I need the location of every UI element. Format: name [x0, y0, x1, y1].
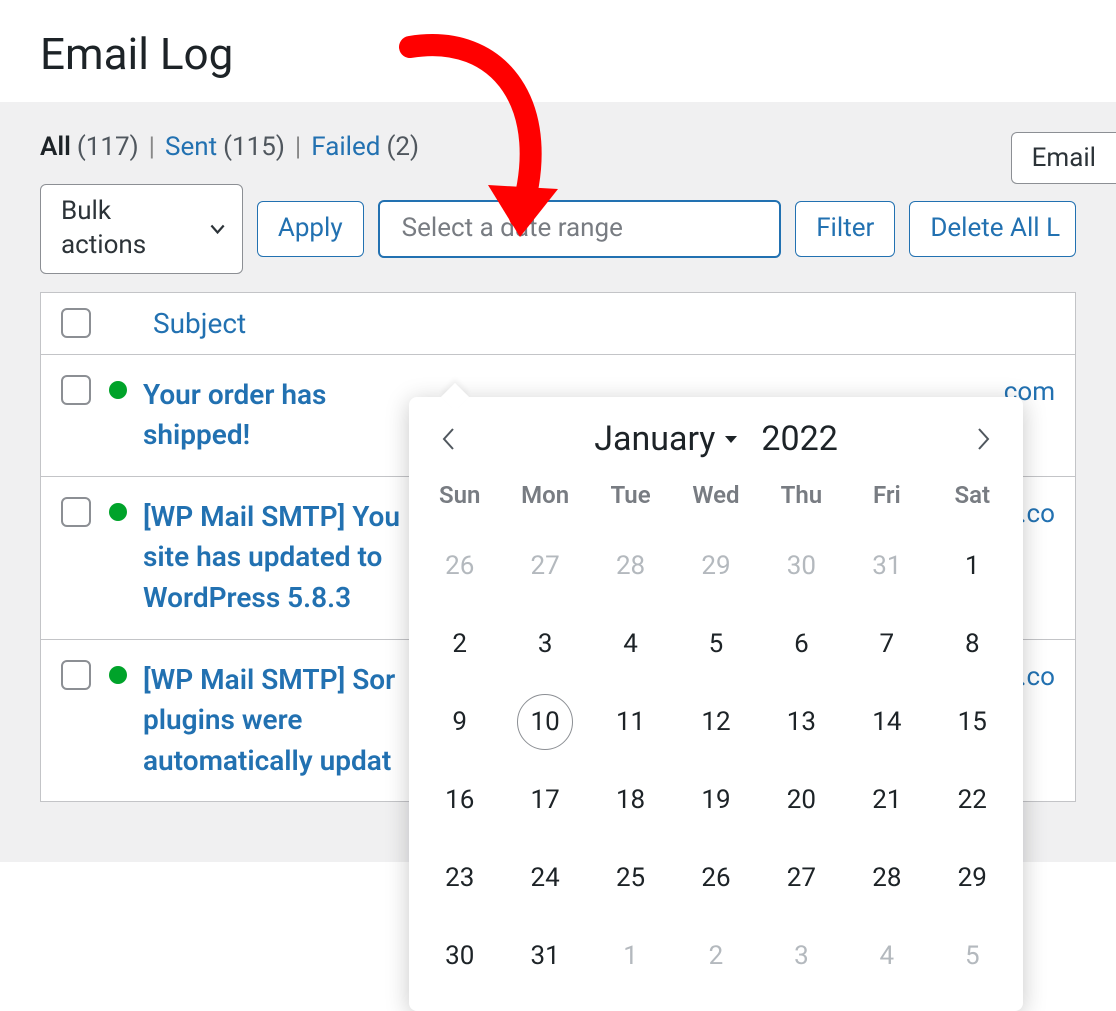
email-subject-link[interactable]: [WP Mail SMTP] Sor plugins were automati…: [143, 660, 413, 782]
calendar-weekday-row: SunMonTueWedThuFriSat: [417, 473, 1015, 527]
filter-separator: |: [295, 132, 301, 162]
calendar-header: January 2022: [417, 415, 1015, 473]
calendar-day: 1: [588, 917, 673, 995]
calendar-day: 28: [588, 527, 673, 605]
calendar-day[interactable]: 10: [502, 683, 587, 761]
calendar-weekday: Sat: [930, 473, 1015, 527]
calendar-day[interactable]: 24: [502, 839, 587, 917]
filter-tabs: All (117) | Sent (115) | Failed (2): [40, 132, 1076, 162]
calendar-day[interactable]: 31: [502, 917, 587, 995]
calendar-day: 4: [844, 917, 929, 995]
page-header: Email Log: [0, 0, 1116, 102]
bulk-actions-select[interactable]: Bulk actions: [40, 184, 243, 274]
row-checkbox[interactable]: [61, 660, 91, 690]
calendar-weekday: Wed: [673, 473, 758, 527]
calendar-weekday: Fri: [844, 473, 929, 527]
calendar-day[interactable]: 9: [417, 683, 502, 761]
calendar-day[interactable]: 28: [844, 839, 929, 917]
calendar-day[interactable]: 1: [930, 527, 1015, 605]
calendar-day[interactable]: 4: [588, 605, 673, 683]
calendar-day: 27: [502, 527, 587, 605]
calendar-day[interactable]: 7: [844, 605, 929, 683]
calendar-day[interactable]: 8: [930, 605, 1015, 683]
calendar-day[interactable]: 23: [417, 839, 502, 917]
status-sent-icon: [109, 503, 127, 521]
calendar-day[interactable]: 2: [417, 605, 502, 683]
chevron-right-icon: [973, 425, 993, 453]
calendar-day: 26: [417, 527, 502, 605]
date-picker-popup: January 2022 SunMonTueWedThuFriSat 26272…: [409, 397, 1023, 1011]
filter-button[interactable]: Filter: [795, 201, 895, 257]
calendar-weekday: Tue: [588, 473, 673, 527]
calendar-day[interactable]: 18: [588, 761, 673, 839]
calendar-day[interactable]: 22: [930, 761, 1015, 839]
content-area: All (117) | Sent (115) | Failed (2) Emai…: [0, 102, 1116, 862]
select-all-checkbox[interactable]: [61, 308, 91, 338]
filter-sent[interactable]: Sent (115): [165, 132, 285, 162]
calendar-day[interactable]: 6: [759, 605, 844, 683]
calendar-day[interactable]: 12: [673, 683, 758, 761]
chevron-down-icon: [207, 218, 228, 240]
apply-button[interactable]: Apply: [257, 201, 364, 257]
calendar-day: 29: [673, 527, 758, 605]
calendar-day: 30: [759, 527, 844, 605]
calendar-day[interactable]: 20: [759, 761, 844, 839]
calendar-prev[interactable]: [435, 425, 463, 453]
calendar-day[interactable]: 27: [759, 839, 844, 917]
calendar-day[interactable]: 11: [588, 683, 673, 761]
email-subject-link[interactable]: [WP Mail SMTP] You site has updated to W…: [143, 497, 413, 619]
calendar-next[interactable]: [969, 425, 997, 453]
controls-row: Bulk actions Apply Select a date range F…: [40, 184, 1076, 274]
status-sent-icon: [109, 666, 127, 684]
calendar-day: 3: [759, 917, 844, 995]
calendar-year[interactable]: 2022: [761, 419, 837, 459]
calendar-day[interactable]: 26: [673, 839, 758, 917]
calendar-day[interactable]: 16: [417, 761, 502, 839]
calendar-day[interactable]: 19: [673, 761, 758, 839]
row-checkbox[interactable]: [61, 375, 91, 405]
calendar-days-grid: 2627282930311234567891011121314151617181…: [417, 527, 1015, 995]
row-checkbox[interactable]: [61, 497, 91, 527]
filter-failed[interactable]: Failed (2): [311, 132, 419, 162]
date-range-input[interactable]: Select a date range: [378, 200, 782, 258]
calendar-weekday: Sun: [417, 473, 502, 527]
calendar-day[interactable]: 3: [502, 605, 587, 683]
calendar-day[interactable]: 13: [759, 683, 844, 761]
calendar-day[interactable]: 21: [844, 761, 929, 839]
status-sent-icon: [109, 381, 127, 399]
calendar-day[interactable]: 17: [502, 761, 587, 839]
calendar-month-year: January 2022: [594, 419, 838, 459]
calendar-day: 31: [844, 527, 929, 605]
calendar-weekday: Thu: [759, 473, 844, 527]
calendar-day[interactable]: 14: [844, 683, 929, 761]
calendar-day[interactable]: 30: [417, 917, 502, 995]
calendar-day[interactable]: 29: [930, 839, 1015, 917]
calendar-day: 2: [673, 917, 758, 995]
calendar-weekday: Mon: [502, 473, 587, 527]
caret-down-icon: [723, 431, 739, 447]
delete-all-logs-button[interactable]: Delete All L: [909, 201, 1076, 257]
calendar-day[interactable]: 25: [588, 839, 673, 917]
calendar-day: 5: [930, 917, 1015, 995]
filter-all[interactable]: All (117): [40, 132, 139, 162]
search-column-select[interactable]: Email: [1011, 132, 1116, 184]
chevron-left-icon: [439, 425, 459, 453]
email-subject-link[interactable]: Your order has shipped!: [143, 375, 413, 456]
calendar-day[interactable]: 15: [930, 683, 1015, 761]
page-title: Email Log: [40, 28, 1076, 80]
calendar-month-select[interactable]: January: [594, 419, 739, 459]
column-subject[interactable]: Subject: [153, 307, 246, 340]
table-header: Subject: [41, 293, 1075, 355]
filter-separator: |: [149, 132, 155, 162]
calendar-day[interactable]: 5: [673, 605, 758, 683]
